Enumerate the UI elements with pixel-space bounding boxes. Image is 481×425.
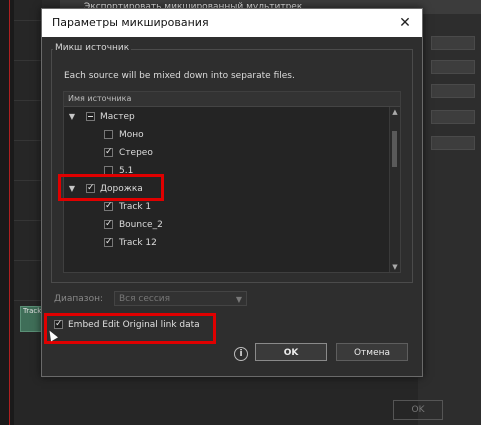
background-panel [418,14,481,425]
scroll-down-icon[interactable]: ▼ [390,262,400,272]
tree-item-label: Track 12 [119,238,157,248]
track-lanes: Track [14,0,56,425]
timeline-ruler [0,0,15,425]
tree-item-mono[interactable]: Моно [64,126,384,144]
range-label: Диапазон: [54,294,104,304]
background-bottom-area [42,378,418,425]
cancel-button[interactable]: Отмена [336,343,408,361]
bounce-2-checkbox[interactable]: ✓ [104,220,113,229]
tree-item-track-12[interactable]: ✓ Track 12 [64,234,384,252]
expand-arrow-icon[interactable]: ▼ [67,108,77,126]
highlight-box-embed [44,313,216,344]
tree-scrollbar[interactable]: ▲ ▼ [389,107,400,272]
ok-button[interactable]: OK [255,343,327,361]
track-1-checkbox[interactable]: ✓ [104,202,113,211]
mono-checkbox[interactable] [104,130,113,139]
playhead-line [9,0,10,425]
close-icon[interactable]: ✕ [396,9,414,37]
track-12-checkbox[interactable]: ✓ [104,238,113,247]
scroll-up-icon[interactable]: ▲ [390,107,400,117]
master-checkbox[interactable] [86,112,95,121]
tree-item-bounce-2[interactable]: ✓ Bounce_2 [64,216,384,234]
range-select-value: Вся сессия [119,294,171,304]
dialog-title: Параметры микширования [52,16,209,29]
chevron-down-icon: ▼ [235,295,242,304]
scrollbar-thumb[interactable] [392,131,397,167]
tree-column-header[interactable]: Имя источника [64,92,400,107]
tree-item-label: Стерео [119,148,153,158]
tree-item-label: Мастер [100,112,135,122]
source-description: Each source will be mixed down into sepa… [64,71,295,81]
tree-item-label: Моно [119,130,144,140]
stereo-checkbox[interactable]: ✓ [104,148,113,157]
mix-source-group-label: Микш источник [53,43,132,53]
info-icon[interactable]: i [234,347,248,361]
range-select[interactable]: Вся сессия ▼ [114,291,247,306]
tree-item-label: Bounce_2 [119,220,163,230]
background-ok-button[interactable]: OK [393,400,443,420]
tree-item-master[interactable]: ▼ Мастер [64,108,384,126]
dialog-titlebar: Параметры микширования ✕ [42,9,422,37]
highlight-box-tracks [58,174,164,201]
tree-item-stereo[interactable]: ✓ Стерео [64,144,384,162]
